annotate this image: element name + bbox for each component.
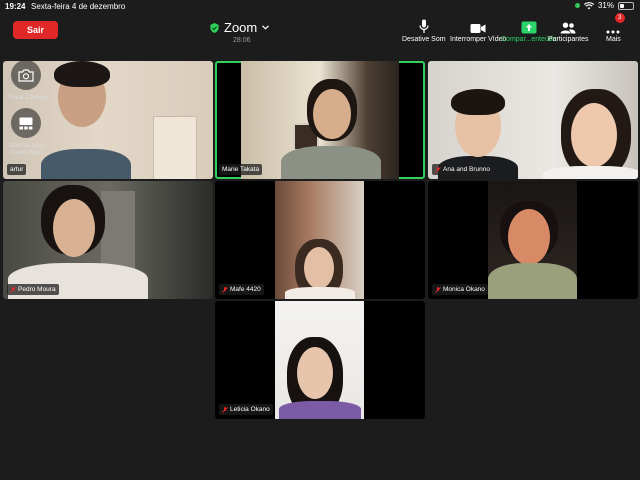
shield-check-icon [210,22,219,33]
participant-name: Ana and Brunno [443,166,490,173]
wifi-icon [583,1,594,9]
participants-button[interactable]: Participantes [548,18,588,43]
leave-button[interactable]: Sair [13,21,58,39]
participant-name-tag: artur [7,164,27,175]
meeting-duration: 28:06 [233,37,251,44]
status-right: 31% [574,1,634,10]
muted-microphone-icon [435,166,441,173]
more-label: Mais [606,36,621,43]
switch-speaker-label: Alternar para Orador Ativo [9,143,44,156]
share-screen-icon [521,21,537,34]
participant-name-tag: Mafe 4420 [219,284,264,295]
battery-percent: 31% [597,1,614,10]
video-label: Interromper Vídeo [450,36,507,43]
muted-microphone-icon [222,286,228,293]
participant-name-tag: Ana and Brunno [432,164,493,175]
battery-fill [620,3,624,8]
switch-to-active-speaker-button[interactable] [11,108,41,138]
status-time: 19:24 [5,2,26,11]
video-feed [275,181,364,299]
participant-tile-monica-okano[interactable]: Monica Okano [428,181,638,299]
door [153,116,197,179]
battery-icon [618,1,634,10]
video-feed [488,181,577,299]
mute-button[interactable]: Desative Som [402,18,446,43]
muted-microphone-icon [10,286,16,293]
switch-camera-icon [18,68,34,82]
participant-tile-pedro-moura[interactable]: Pedro Moura [3,181,213,299]
muted-microphone-icon [435,286,441,293]
microphone-icon [419,19,429,33]
participant-tile-mafe-4420[interactable]: Mafe 4420 [215,181,425,299]
participants-label: Participantes [548,36,589,43]
more-button[interactable]: 3 Mais [606,13,625,43]
stop-video-button[interactable]: Interromper Vídeo [450,18,506,43]
video-camera-icon [470,24,486,33]
mute-label: Desative Som [402,36,446,43]
participant-name-tag: Marie Takata [219,164,263,175]
participant-name: Marie Takata [222,166,260,173]
video-feed [241,61,399,179]
speaker-view-icon [19,117,33,129]
more-dots-icon [606,30,620,34]
status-bar: 19:24 Sexta-feira 4 de dezembro 31% [0,0,640,14]
switch-camera-label: Trocar Câmera [7,95,48,101]
participant-name: Mafe 4420 [230,286,261,293]
participant-name: artur [10,166,24,173]
participants-icon [560,22,576,34]
participant-tile-leticia-okano[interactable]: Leticia Okano [215,301,425,419]
participant-name: Leticia Okano [230,406,270,413]
participant-name-tag: Leticia Okano [219,404,273,415]
video-feed [275,301,364,419]
muted-microphone-icon [222,406,228,413]
chevron-down-icon [262,25,270,30]
participant-tile-artur[interactable]: Trocar Câmera Alternar para Orador Ativo… [3,61,213,179]
video-feed [3,181,213,299]
status-date: Sexta-feira 4 de dezembro [31,2,126,11]
participant-tile-marie-takata[interactable]: Marie Takata [215,61,425,179]
participant-name: Monica Okano [443,286,485,293]
participant-name-tag: Monica Okano [432,284,488,295]
video-feed [428,61,638,179]
camera-in-use-indicator-icon [574,3,580,8]
more-badge: 3 [614,13,625,23]
participant-tile-ana-and-brunno[interactable]: Ana and Brunno [428,61,638,179]
meeting-title: Zoom [224,20,258,35]
meeting-title-area[interactable]: Zoom 28:06 [210,20,270,48]
participant-name: Pedro Moura [18,286,56,293]
participant-name-tag: Pedro Moura [7,284,59,295]
switch-camera-button[interactable] [11,61,41,90]
